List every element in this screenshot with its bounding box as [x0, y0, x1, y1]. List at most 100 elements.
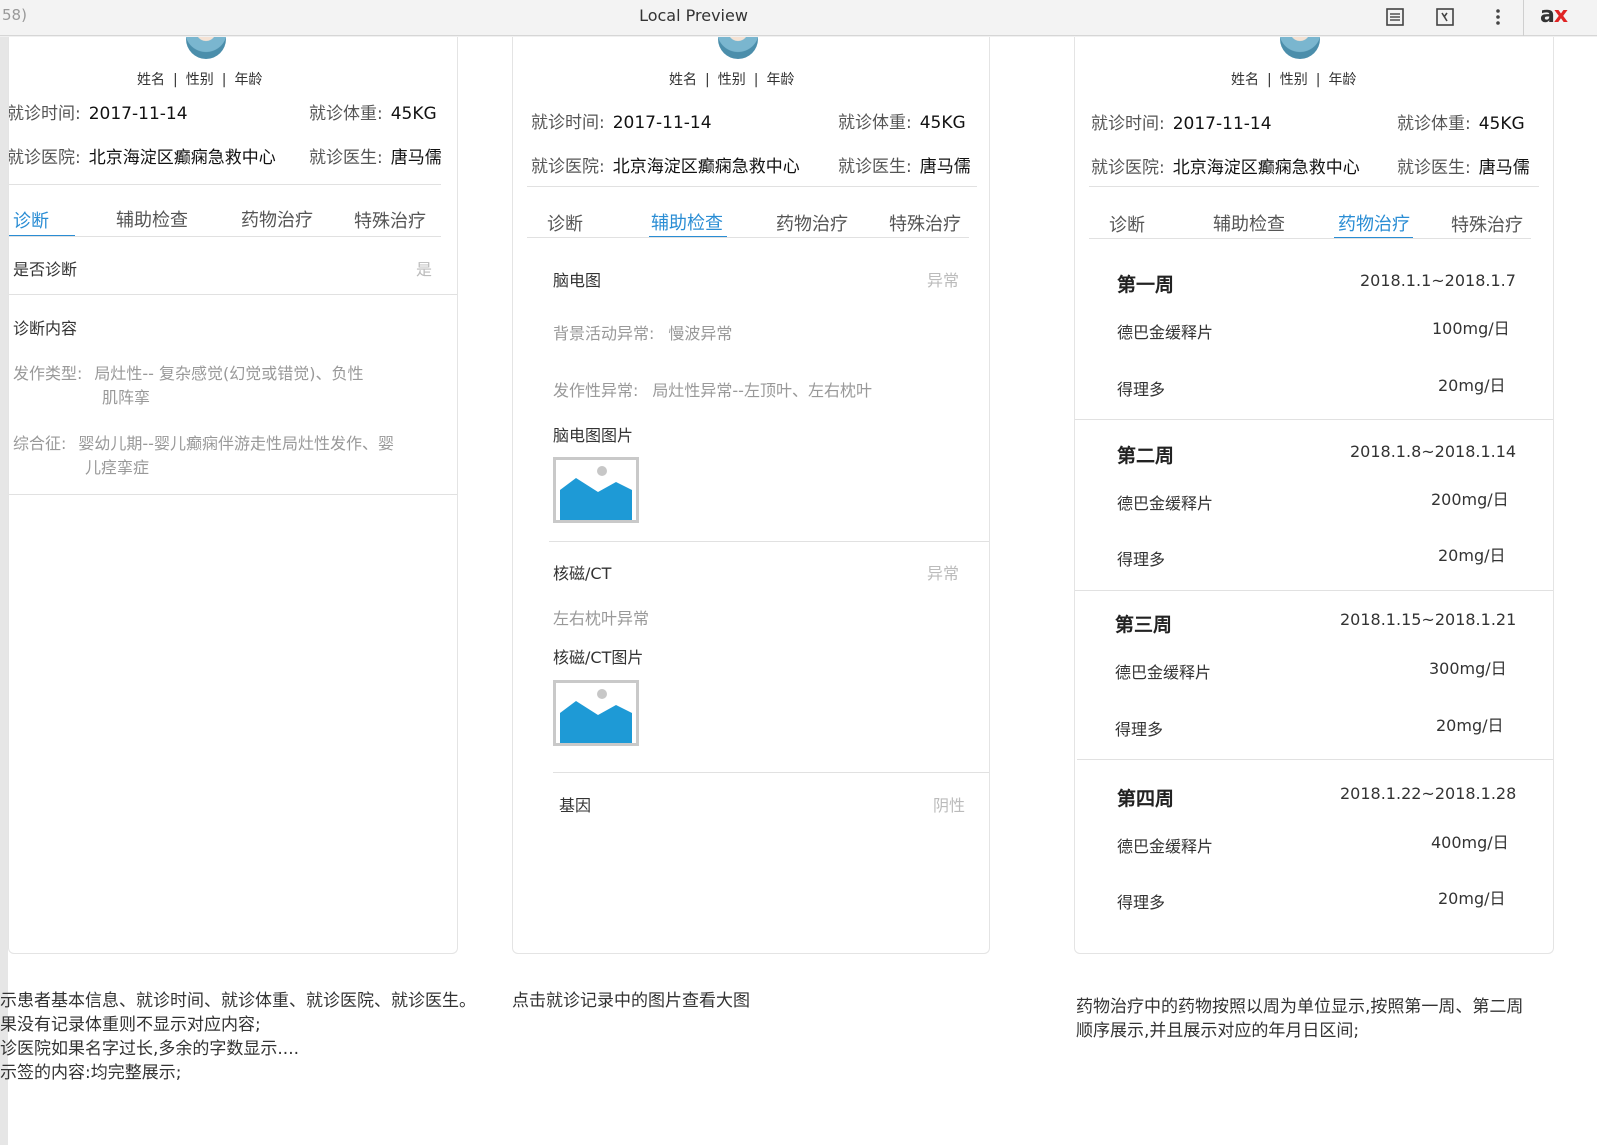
- seizure-type-line1: 局灶性-- 复杂感觉(幻觉或错觉)、负性: [94, 364, 364, 383]
- visit-time-value: 2017-11-14: [88, 104, 188, 124]
- tab-diagnosis[interactable]: 诊断: [1109, 211, 1145, 237]
- tab-special[interactable]: 特殊治疗: [1451, 211, 1523, 237]
- doctor-row: 就诊医生: 唐马儒: [309, 143, 442, 168]
- tabs-divider: [1089, 238, 1531, 239]
- mri-finding: 左右枕叶异常: [553, 609, 650, 628]
- patient-gender: 性别: [1279, 72, 1308, 88]
- drug-dose: 200mg/日: [1431, 490, 1509, 509]
- more-vertical-icon[interactable]: [1485, 4, 1511, 30]
- hospital-row: 就诊医院: 北京海淀区癫痫急救中心: [1091, 153, 1360, 178]
- row-divider: [9, 494, 457, 495]
- tab-medication[interactable]: 药物治疗: [241, 206, 313, 232]
- info-divider: [527, 186, 977, 187]
- tabs-divider: [9, 236, 441, 237]
- drug-name: 得理多: [1115, 720, 1164, 739]
- tab-auxiliary[interactable]: 辅助检查: [116, 206, 188, 232]
- week-range: 2018.1.1~2018.1.7: [1360, 271, 1516, 290]
- avatar: [718, 37, 758, 59]
- reader-view-icon[interactable]: [1382, 4, 1408, 30]
- info-divider: [1089, 186, 1539, 187]
- visit-time-row: 就诊时间: 2017-11-14: [8, 99, 188, 124]
- week-divider: [1077, 759, 1553, 760]
- visit-weight-label: 就诊体重:: [838, 113, 912, 133]
- devtools-icon[interactable]: [1432, 4, 1458, 30]
- doctor-value: 唐马儒: [390, 148, 442, 168]
- row-divider: [9, 294, 457, 295]
- syndrome-line1: 婴幼儿期--婴儿癫痫伴游走性局灶性发作、婴: [78, 434, 394, 453]
- hospital-label: 就诊医院:: [531, 157, 605, 177]
- background-value: 慢波异常: [668, 324, 733, 343]
- doctor-value: 唐马儒: [919, 157, 971, 177]
- syndrome-label: 综合征:: [13, 434, 67, 453]
- mri-label: 核磁/CT: [553, 564, 612, 583]
- note-left: 示患者基本信息、就诊时间、就诊体重、就诊医院、就诊医生。 果没有记录体重则不显示…: [0, 989, 476, 1085]
- drug-dose: 100mg/日: [1432, 319, 1510, 338]
- week-range: 2018.1.8~2018.1.14: [1350, 442, 1517, 461]
- drug-dose: 20mg/日: [1438, 376, 1506, 395]
- visit-time-row: 就诊时间: 2017-11-14: [1091, 109, 1272, 134]
- visit-time-label: 就诊时间:: [8, 104, 81, 124]
- note-left-line: 诊医院如果名字过长,多余的字数显示....: [0, 1039, 300, 1059]
- hospital-label: 就诊医院:: [1091, 158, 1165, 178]
- patient-gender: 性别: [717, 72, 746, 88]
- visit-weight-row: 就诊体重: 45KG: [309, 99, 437, 124]
- week-title: 第四周: [1117, 788, 1175, 810]
- seizure-type-line2: 肌阵挛: [102, 388, 151, 407]
- drug-name: 得理多: [1117, 893, 1166, 912]
- paroxysmal-activity: 发作性异常: 局灶性异常--左顶叶、左右枕叶: [553, 377, 872, 401]
- avatar: [1280, 37, 1320, 59]
- tab-auxiliary[interactable]: 辅助检查: [1213, 210, 1285, 236]
- patient-basic-info: 姓名 | 性别 | 年龄: [1231, 72, 1357, 88]
- patient-age: 年龄: [766, 72, 795, 88]
- gene-label: 基因: [559, 796, 592, 815]
- logo-prefix: a: [1540, 3, 1555, 28]
- tab-medication[interactable]: 药物治疗: [776, 210, 848, 236]
- gene-status: 阴性: [933, 796, 966, 815]
- visit-time-label: 就诊时间:: [1091, 114, 1165, 134]
- syndrome-line2: 儿痉挛症: [85, 458, 150, 477]
- note-right-line: 顺序展示,并且展示对应的年月日区间;: [1076, 1021, 1360, 1041]
- record-card-auxiliary: 姓名 | 性别 | 年龄 就诊时间: 2017-11-14 就诊体重: 45KG 就诊医院:…: [512, 37, 990, 954]
- visit-time-value: 2017-11-14: [612, 113, 712, 133]
- image-placeholder-icon[interactable]: [553, 680, 639, 746]
- syndrome-block: 综合征: 婴幼儿期--婴儿癫痫伴游走性局灶性发作、婴 儿痉挛症: [13, 432, 453, 480]
- info-divider: [9, 184, 441, 185]
- mri-status: 异常: [927, 564, 960, 583]
- note-right: 药物治疗中的药物按照以周为单位显示,按照第一周、第二周 顺序展示,并且展示对应的…: [1076, 995, 1523, 1043]
- patient-age: 年龄: [1328, 72, 1357, 88]
- hospital-value: 北京海淀区癫痫急救中心: [88, 148, 276, 168]
- eeg-status: 异常: [927, 271, 960, 290]
- visit-weight-label: 就诊体重:: [1397, 114, 1471, 134]
- image-placeholder-icon[interactable]: [553, 457, 639, 523]
- left-scroll-strip[interactable]: [0, 37, 8, 1145]
- note-left-line: 示签的内容:均完整展示;: [0, 1063, 182, 1083]
- row-divider: [549, 541, 989, 542]
- toolbar-separator: [1523, 0, 1524, 36]
- drug-dose: 20mg/日: [1438, 889, 1506, 908]
- mri-image-label: 核磁/CT图片: [553, 648, 644, 667]
- window-title: Local Preview: [639, 6, 748, 25]
- tab-diagnosis[interactable]: 诊断: [13, 207, 49, 233]
- hospital-row: 就诊医院: 北京海淀区癫痫急救中心: [8, 143, 276, 168]
- background-label: 背景活动异常:: [553, 324, 655, 343]
- record-card-diagnosis: 姓名 | 性别 | 年龄 就诊时间: 2017-11-14 就诊体重: 45KG 就诊医院:…: [8, 37, 458, 954]
- week-divider: [1075, 419, 1553, 420]
- tab-auxiliary[interactable]: 辅助检查: [651, 209, 723, 235]
- tab-special[interactable]: 特殊治疗: [354, 207, 426, 233]
- note-middle: 点击就诊记录中的图片查看大图: [512, 991, 750, 1011]
- tab-special[interactable]: 特殊治疗: [889, 210, 961, 236]
- tab-medication[interactable]: 药物治疗: [1338, 210, 1410, 236]
- seizure-type-label: 发作类型:: [13, 364, 83, 383]
- patient-basic-info: 姓名 | 性别 | 年龄: [137, 72, 263, 88]
- is-diagnosed-label: 是否诊断: [13, 260, 78, 279]
- tab-diagnosis[interactable]: 诊断: [547, 210, 583, 236]
- visit-weight-label: 就诊体重:: [309, 104, 383, 124]
- seizure-type-block: 发作类型: 局灶性-- 复杂感觉(幻觉或错觉)、负性 肌阵挛: [13, 362, 453, 410]
- drug-name: 得理多: [1117, 380, 1166, 399]
- app-logo: ax: [1540, 3, 1568, 28]
- logo-suffix: x: [1553, 3, 1568, 28]
- hospital-label: 就诊医院:: [8, 148, 81, 168]
- visit-time-value: 2017-11-14: [1172, 114, 1272, 134]
- patient-name: 姓名: [137, 72, 165, 88]
- drug-name: 德巴金缓释片: [1117, 494, 1214, 513]
